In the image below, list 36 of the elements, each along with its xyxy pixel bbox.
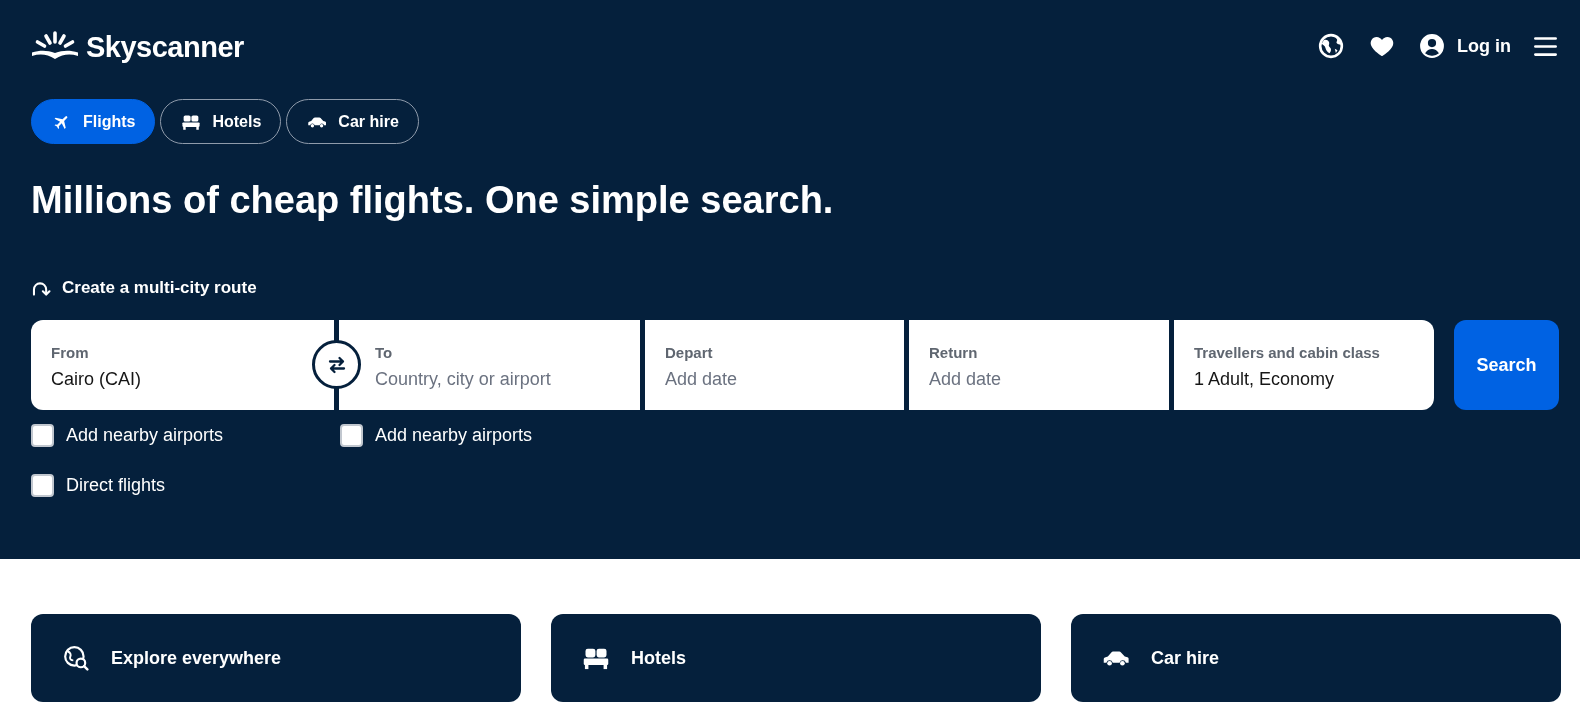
bed-icon <box>181 112 202 131</box>
origin-input[interactable]: Cairo (CAI) <box>51 366 294 392</box>
multi-city-link[interactable]: Create a multi-city route <box>31 276 257 300</box>
field-label: To <box>375 343 393 363</box>
globe-icon[interactable] <box>1318 33 1344 59</box>
travellers-field[interactable]: Travellers and cabin class 1 Adult, Economy <box>1174 320 1434 410</box>
search-button[interactable]: Search <box>1454 320 1559 410</box>
checkbox-label[interactable]: Add nearby airports <box>66 423 224 447</box>
explore-everywhere-card[interactable]: Explore everywhere <box>31 614 521 702</box>
destination-field[interactable]: To Country, city or airport <box>339 320 640 410</box>
checkbox[interactable] <box>31 423 54 447</box>
logo-icon <box>31 31 79 61</box>
hotels-card[interactable]: Hotels <box>551 614 1041 702</box>
route-arrow-icon <box>31 280 51 296</box>
headline: Millions of cheap flights. One simple search. <box>31 178 834 223</box>
field-label: Travellers and cabin class <box>1194 343 1380 363</box>
checkbox[interactable] <box>340 423 363 447</box>
field-label: From <box>51 343 89 363</box>
user-icon <box>1419 33 1445 59</box>
field-label: Return <box>929 343 978 363</box>
checkbox-label[interactable]: Direct flights <box>66 473 166 497</box>
login-button[interactable]: Log in <box>1419 33 1511 59</box>
depart-date-field[interactable]: Depart Add date <box>645 320 904 410</box>
destination-input[interactable]: Country, city or airport <box>375 366 628 392</box>
car-hire-card[interactable]: Car hire <box>1071 614 1561 702</box>
checkbox-label[interactable]: Add nearby airports <box>375 423 533 447</box>
return-date-field[interactable]: Return Add date <box>909 320 1169 410</box>
field-label: Depart <box>665 343 713 363</box>
globe-search-icon <box>62 645 90 671</box>
depart-date-input[interactable]: Add date <box>665 366 892 392</box>
flights-tab[interactable]: Flights <box>31 99 156 144</box>
checkbox[interactable] <box>31 473 54 497</box>
logo-link[interactable]: Skyscanner <box>31 28 244 64</box>
origin-field[interactable]: From Cairo (CAI) <box>31 320 334 410</box>
travellers-input[interactable]: 1 Adult, Economy <box>1194 366 1422 392</box>
return-date-input[interactable]: Add date <box>929 366 1157 392</box>
